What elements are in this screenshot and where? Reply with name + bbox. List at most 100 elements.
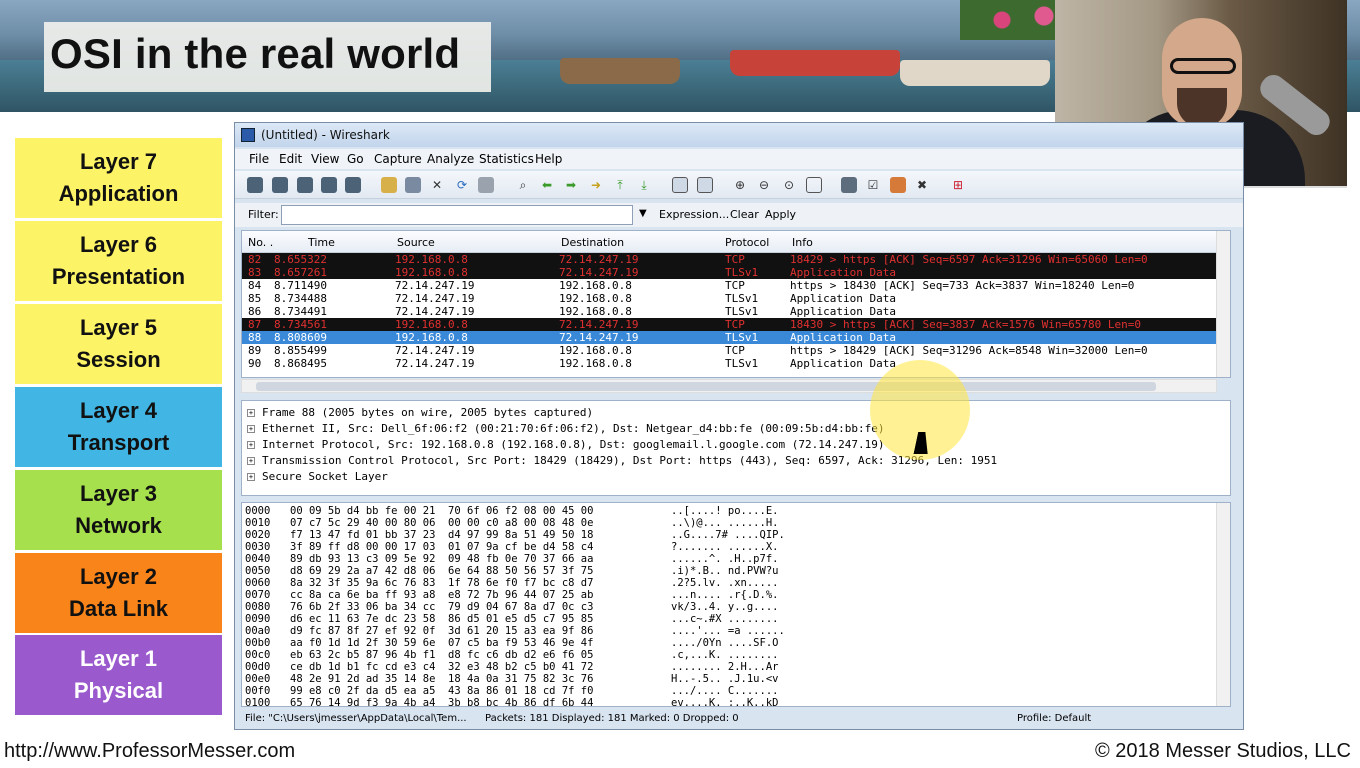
packet-info: Application Data: [790, 305, 896, 318]
hex-pane-scrollbar[interactable]: [1216, 503, 1230, 706]
display-filters-icon[interactable]: ☑: [865, 177, 881, 193]
wireshark-app-icon: [241, 128, 255, 142]
layer-number: Layer 3: [79, 481, 158, 506]
detail-row[interactable]: + Ethernet II, Src: Dell_6f:06:f2 (00:21:…: [242, 421, 1230, 437]
normal-size-icon[interactable]: ⊙: [781, 177, 797, 193]
clear-button[interactable]: Clear: [730, 208, 759, 221]
packet-list-scrollbar[interactable]: [1216, 231, 1230, 377]
layer-number: Layer 2: [79, 564, 158, 589]
start-capture-icon[interactable]: [297, 177, 313, 193]
filter-input[interactable]: [281, 205, 633, 225]
menu-go[interactable]: Go: [347, 152, 364, 166]
packet-row[interactable]: 85 8.734488 72.14.247.19 192.168.0.8 TLSv1 Ap…: [242, 292, 1217, 305]
packet-info: https > 18429 [ACK] Seq=31296 Ack=8548 W…: [790, 344, 1148, 357]
detail-row[interactable]: + Internet Protocol, Src: 192.168.0.8 (19…: [242, 437, 1230, 453]
packet-row[interactable]: 82 8.655322 192.168.0.8 72.14.247.19 TCP 1842…: [242, 253, 1217, 266]
resize-columns-icon[interactable]: [806, 177, 822, 193]
coloring-rules-icon[interactable]: [890, 177, 906, 193]
packet-row[interactable]: 87 8.734561 192.168.0.8 72.14.247.19 TCP 1843…: [242, 318, 1217, 331]
packet-no: 85: [248, 292, 262, 305]
packet-row[interactable]: 86 8.734491 72.14.247.19 192.168.0.8 TLSv1 Ap…: [242, 305, 1217, 318]
options-icon[interactable]: [272, 177, 288, 193]
close-icon[interactable]: ✕: [429, 177, 445, 193]
window-titlebar[interactable]: (Untitled) - Wireshark: [235, 123, 1243, 147]
packet-src: 72.14.247.19: [395, 344, 475, 357]
packet-time: 8.808609: [274, 331, 327, 344]
slide-title: OSI in the real world: [50, 30, 461, 77]
packet-time: 8.734491: [274, 305, 327, 318]
layer-name: Transport: [67, 430, 170, 455]
zoom-in-icon[interactable]: ⊕: [732, 177, 748, 193]
packet-dst: 72.14.247.19: [559, 253, 639, 266]
help-icon[interactable]: ⊞: [950, 177, 966, 193]
find-icon[interactable]: ⌕: [515, 177, 531, 193]
packet-details: + Frame 88 (2005 bytes on wire, 2005 byte…: [241, 400, 1231, 496]
go-back-icon[interactable]: ⬅: [539, 177, 555, 193]
packet-row[interactable]: 89 8.855499 72.14.247.19 192.168.0.8 TCP http…: [242, 344, 1217, 357]
packet-info: Application Data: [790, 331, 896, 344]
packet-proto: TCP: [725, 318, 745, 331]
packet-row[interactable]: 88 8.808609 192.168.0.8 72.14.247.19 TLSv1 Ap…: [242, 331, 1217, 344]
status-profile[interactable]: Profile: Default: [1017, 713, 1091, 724]
filter-toolbar: Filter: ▼ Expression... Clear Apply: [235, 203, 1243, 227]
menu-statistics[interactable]: Statistics: [479, 152, 534, 166]
stop-capture-icon[interactable]: [321, 177, 337, 193]
layer-name: Data Link: [68, 596, 169, 621]
packet-src: 192.168.0.8: [395, 331, 468, 344]
layer-4-box: Layer 4 Transport: [15, 387, 222, 469]
menu-help[interactable]: Help: [535, 152, 562, 166]
print-icon[interactable]: [478, 177, 494, 193]
detail-row[interactable]: + Secure Socket Layer: [242, 469, 1230, 485]
packet-proto: TLSv1: [725, 357, 759, 370]
open-icon[interactable]: [381, 177, 397, 193]
save-icon[interactable]: [405, 177, 421, 193]
go-to-packet-icon[interactable]: ➜: [588, 177, 604, 193]
expression-button[interactable]: Expression...: [659, 208, 729, 221]
zoom-out-icon[interactable]: ⊖: [756, 177, 772, 193]
colorize-icon[interactable]: [672, 177, 688, 193]
col-destination[interactable]: Destination: [561, 236, 624, 249]
packet-row[interactable]: 84 8.711490 72.14.247.19 192.168.0.8 TCP http…: [242, 279, 1217, 292]
interfaces-icon[interactable]: [247, 177, 263, 193]
menu-view[interactable]: View: [311, 152, 339, 166]
footer-copyright: © 2018 Messer Studios, LLC: [1095, 740, 1351, 762]
packet-proto: TLSv1: [725, 305, 759, 318]
hex-bytes: 65 76 14 9d f3 9a 4b a4 3b b8 bc 4b 86 d…: [290, 697, 594, 707]
packet-time: 8.657261: [274, 266, 327, 279]
detail-row[interactable]: + Transmission Control Protocol, Src Port…: [242, 453, 1230, 469]
restart-capture-icon[interactable]: [345, 177, 361, 193]
reload-icon[interactable]: ⟳: [454, 177, 470, 193]
detail-row[interactable]: + Frame 88 (2005 bytes on wire, 2005 byte…: [242, 405, 1230, 421]
first-packet-icon[interactable]: ⤒: [612, 177, 628, 193]
menu-edit[interactable]: Edit: [279, 152, 302, 166]
preferences-icon[interactable]: ✖: [914, 177, 930, 193]
packet-info: https > 18430 [ACK] Seq=733 Ack=3837 Win…: [790, 279, 1135, 292]
layer-name: Presentation: [51, 264, 186, 289]
packet-src: 72.14.247.19: [395, 279, 475, 292]
col-no[interactable]: No. .: [248, 236, 273, 249]
col-time[interactable]: Time: [308, 236, 335, 249]
col-protocol[interactable]: Protocol: [725, 236, 769, 249]
layer-number: Layer 4: [79, 398, 158, 423]
capture-filters-icon[interactable]: [841, 177, 857, 193]
packet-time: 8.655322: [274, 253, 327, 266]
col-source[interactable]: Source: [397, 236, 435, 249]
go-forward-icon[interactable]: ➡: [563, 177, 579, 193]
hex-off: 0100: [245, 697, 271, 707]
menu-capture[interactable]: Capture: [374, 152, 422, 166]
layer-number: Layer 1: [79, 646, 158, 671]
col-info[interactable]: Info: [792, 236, 813, 249]
packet-list-hscrollbar[interactable]: [241, 379, 1217, 393]
last-packet-icon[interactable]: ⤓: [636, 177, 652, 193]
autoscroll-icon[interactable]: [697, 177, 713, 193]
menu-analyze[interactable]: Analyze: [427, 152, 474, 166]
packet-info: Application Data: [790, 266, 896, 279]
packet-proto: TCP: [725, 253, 745, 266]
packet-row[interactable]: 90 8.868495 72.14.247.19 192.168.0.8 TLSv1 Ap…: [242, 357, 1217, 370]
menu-file[interactable]: File: [249, 152, 269, 166]
apply-button[interactable]: Apply: [765, 208, 796, 221]
filter-dropdown-icon[interactable]: ▼: [639, 208, 647, 219]
layer-name: Physical: [73, 678, 164, 703]
layer-number: Layer 6: [79, 232, 158, 257]
packet-row[interactable]: 83 8.657261 192.168.0.8 72.14.247.19 TLSv1 Ap…: [242, 266, 1217, 279]
